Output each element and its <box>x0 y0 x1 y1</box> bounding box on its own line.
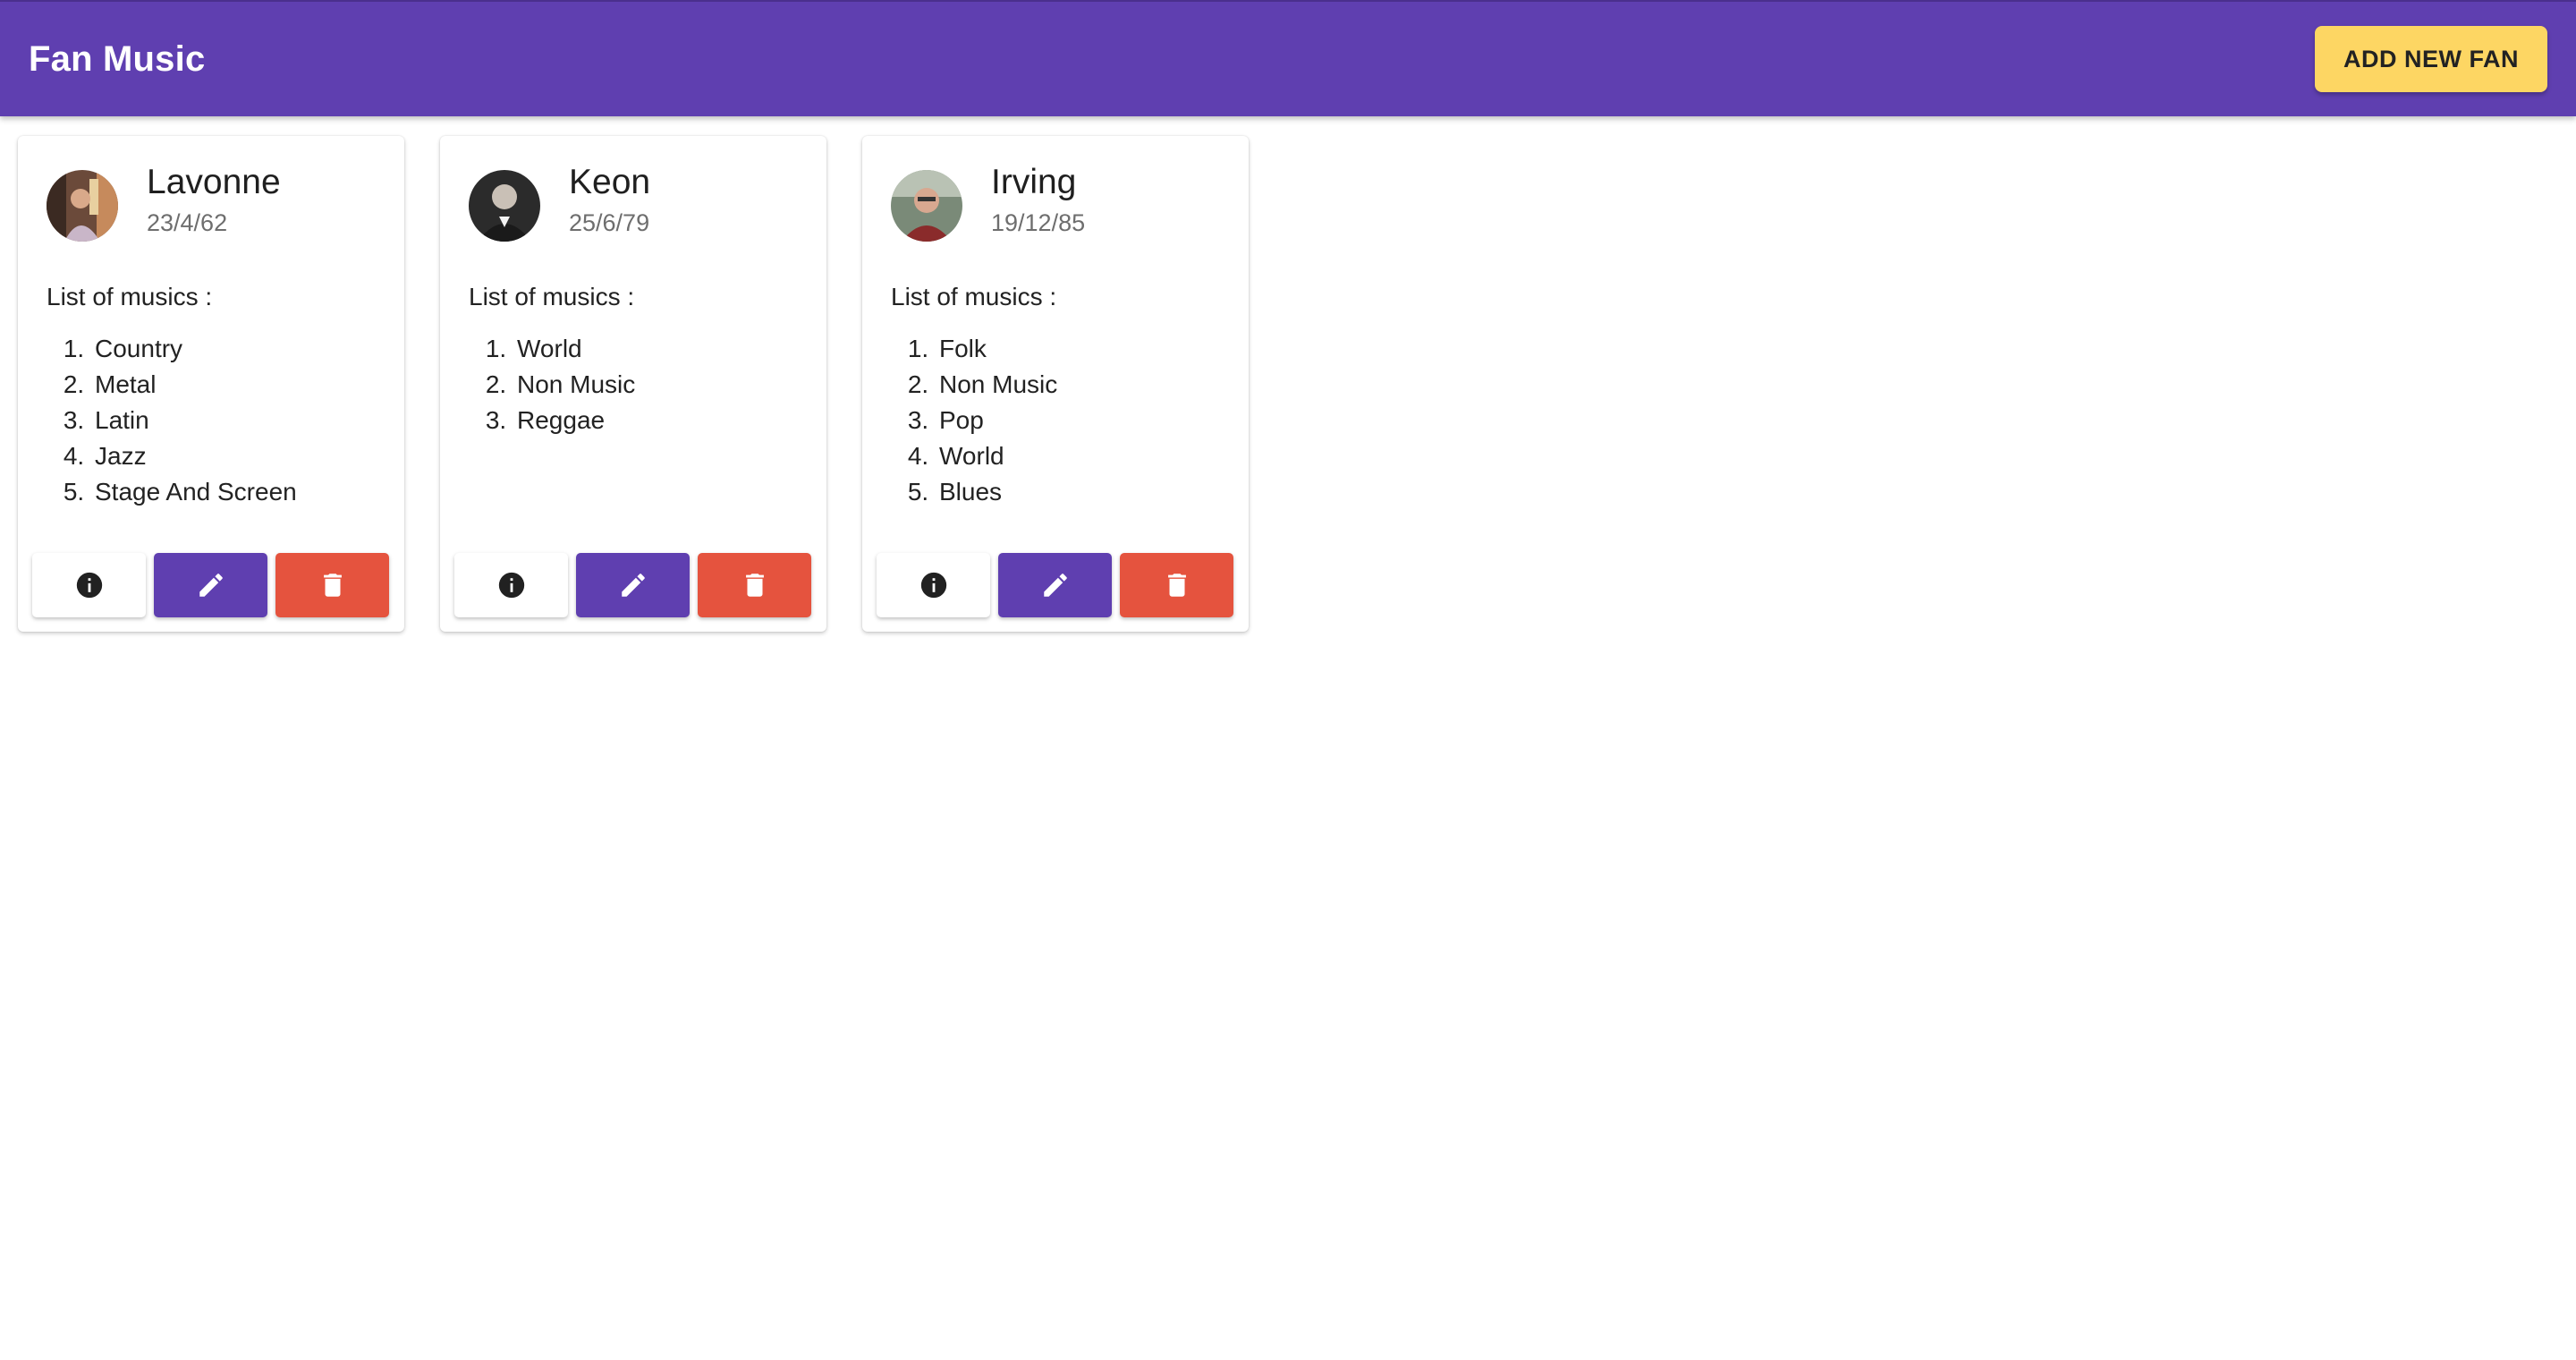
list-item: World <box>936 438 1249 474</box>
fan-card: Lavonne 23/4/62 List of musics : Country… <box>18 136 404 632</box>
trash-icon <box>323 574 342 597</box>
fan-name: Keon <box>569 163 651 201</box>
info-icon <box>498 572 524 599</box>
name-block: Lavonne 23/4/62 <box>147 161 281 237</box>
fan-cards: Lavonne 23/4/62 List of musics : Country… <box>18 136 1249 632</box>
avatar-image <box>891 170 962 242</box>
trash-icon <box>745 574 764 597</box>
app-bar: Fan Music ADD NEW FAN <box>0 0 2576 116</box>
name-block: Keon 25/6/79 <box>569 161 650 237</box>
edit-button[interactable] <box>154 553 267 617</box>
list-item: Jazz <box>91 438 404 474</box>
pencil-icon <box>1043 574 1067 597</box>
avatar <box>47 170 118 242</box>
card-actions <box>877 553 1233 617</box>
music-list: Country Metal Latin Jazz Stage And Scree… <box>91 331 404 510</box>
fan-name: Lavonne <box>147 163 281 201</box>
fan-name: Irving <box>991 163 1077 201</box>
pencil-icon <box>621 574 645 597</box>
list-item: World <box>513 331 826 367</box>
music-list: Folk Non Music Pop World Blues <box>936 331 1249 510</box>
delete-button[interactable] <box>698 553 811 617</box>
list-item: Latin <box>91 403 404 438</box>
info-button[interactable] <box>877 553 990 617</box>
name-block: Irving 19/12/85 <box>991 161 1085 237</box>
list-item: Country <box>91 331 404 367</box>
list-item: Folk <box>936 331 1249 367</box>
avatar <box>469 170 540 242</box>
info-icon <box>76 572 102 599</box>
card-actions <box>454 553 811 617</box>
list-item: Metal <box>91 367 404 403</box>
edit-button[interactable] <box>998 553 1112 617</box>
avatar-image <box>47 170 118 242</box>
music-list-title: List of musics : <box>47 283 213 310</box>
music-list-title: List of musics : <box>469 283 635 310</box>
trash-icon <box>1167 574 1186 597</box>
pencil-icon <box>199 574 223 597</box>
fan-card: Irving 19/12/85 List of musics : Folk No… <box>862 136 1249 632</box>
fan-date: 23/4/62 <box>147 209 228 236</box>
fan-date: 19/12/85 <box>991 209 1086 236</box>
music-list: World Non Music Reggae <box>513 331 826 438</box>
app-title: Fan Music <box>29 38 206 79</box>
card-header: Irving 19/12/85 <box>862 136 1249 242</box>
list-item: Non Music <box>513 367 826 403</box>
avatar-image <box>469 170 540 242</box>
list-item: Reggae <box>513 403 826 438</box>
info-button[interactable] <box>454 553 568 617</box>
delete-button[interactable] <box>275 553 389 617</box>
fan-card: Keon 25/6/79 List of musics : World Non … <box>440 136 826 632</box>
list-item: Blues <box>936 474 1249 510</box>
card-actions <box>32 553 389 617</box>
music-list-title: List of musics : <box>891 283 1057 310</box>
add-new-fan-button[interactable]: ADD NEW FAN <box>2315 26 2547 92</box>
delete-button[interactable] <box>1120 553 1233 617</box>
list-item: Pop <box>936 403 1249 438</box>
info-icon <box>920 572 946 599</box>
list-item: Stage And Screen <box>91 474 404 510</box>
fan-date: 25/6/79 <box>569 209 650 236</box>
edit-button[interactable] <box>576 553 690 617</box>
list-item: Non Music <box>936 367 1249 403</box>
info-button[interactable] <box>32 553 146 617</box>
avatar <box>891 170 962 242</box>
card-header: Lavonne 23/4/62 <box>18 136 404 242</box>
card-header: Keon 25/6/79 <box>440 136 826 242</box>
